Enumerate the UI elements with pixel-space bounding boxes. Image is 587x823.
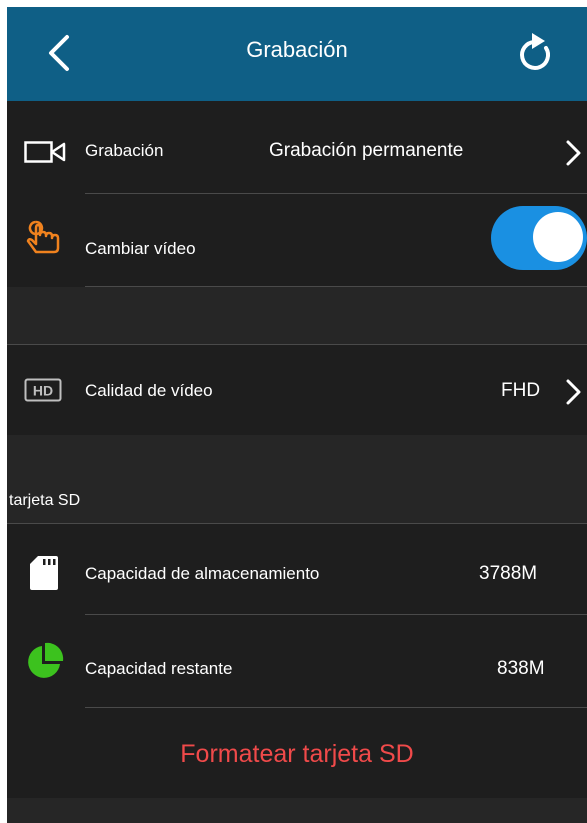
bottom-gap — [7, 798, 587, 823]
recording-row[interactable]: Grabación Grabación permanente — [7, 101, 587, 197]
top-bar: Grabación — [7, 7, 587, 101]
video-quality-row[interactable]: HD Calidad de vídeo FHD — [7, 345, 587, 435]
remaining-capacity-label: Capacidad restante — [85, 659, 233, 678]
format-sd-button[interactable]: Formatear tarjeta SD — [7, 740, 587, 769]
video-camera-icon — [24, 141, 66, 163]
app-screen: Grabación Grabación Grabación permanente… — [7, 7, 587, 823]
refresh-icon[interactable] — [515, 31, 555, 75]
chevron-right-icon — [566, 379, 581, 405]
switch-video-toggle[interactable] — [491, 206, 587, 270]
page-title: Grabación — [246, 37, 348, 62]
section-gap — [7, 287, 587, 344]
remaining-capacity-row: Capacidad restante 838M — [7, 615, 587, 707]
storage-capacity-label: Capacidad de almacenamiento — [85, 564, 320, 583]
video-quality-value: FHD — [501, 380, 541, 401]
sd-section-header-band: tarjeta SD — [7, 435, 587, 523]
storage-capacity-value: 3788M — [479, 563, 538, 584]
sd-section-title: tarjeta SD — [9, 492, 81, 509]
pie-chart-icon — [28, 642, 64, 678]
video-quality-label: Calidad de vídeo — [85, 381, 213, 400]
chevron-right-icon — [566, 140, 581, 166]
hd-icon: HD — [24, 378, 62, 402]
hand-touch-icon — [26, 220, 60, 254]
remaining-capacity-value: 838M — [497, 658, 545, 679]
sd-card-icon — [30, 556, 58, 590]
svg-text:HD: HD — [33, 383, 53, 399]
recording-label: Grabación — [85, 141, 164, 160]
switch-video-label: Cambiar vídeo — [85, 239, 196, 258]
recording-value: Grabación permanente — [269, 140, 464, 161]
storage-capacity-row: Capacidad de almacenamiento 3788M — [7, 524, 587, 614]
toggle-knob — [533, 212, 583, 262]
